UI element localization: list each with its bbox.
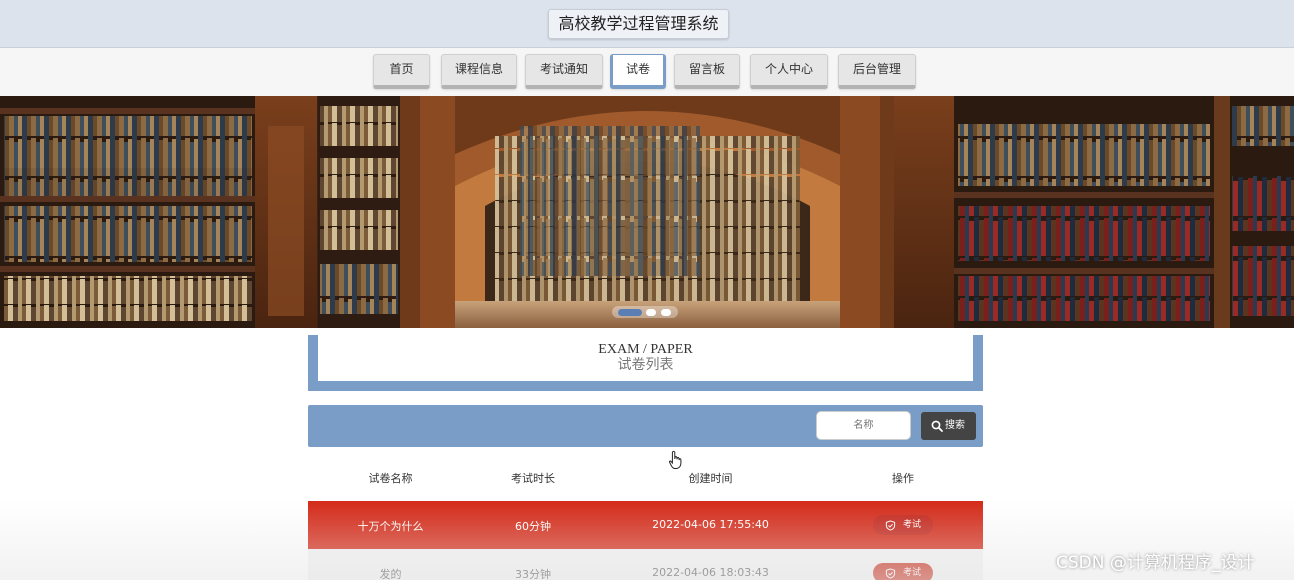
search-button-label: 搜索: [945, 420, 965, 431]
nav-item-home[interactable]: 首页: [373, 54, 430, 89]
library-shelves-illustration: [0, 96, 1294, 328]
table-header: 试卷名称 考试时长 创建时间 操作: [308, 455, 983, 501]
take-exam-button[interactable]: 考试: [873, 515, 933, 535]
section-title-box: EXAM / PAPER 试卷列表: [308, 335, 983, 391]
column-header-actions: 操作: [892, 472, 914, 485]
column-header-created-time: 创建时间: [688, 472, 733, 485]
take-exam-button[interactable]: 考试: [873, 563, 933, 580]
library-banner-image: [0, 96, 1294, 328]
main-nav: 首页 课程信息 考试通知 试卷 留言板 个人中心 后台管理: [0, 48, 1294, 96]
carousel-indicator: [612, 306, 678, 318]
cell-created-time: 2022-04-06 17:55:40: [652, 518, 769, 531]
nav-item-exam-paper[interactable]: 试卷: [610, 54, 666, 89]
carousel-dot-3[interactable]: [661, 309, 671, 316]
search-button[interactable]: 搜索: [921, 412, 976, 440]
table-row[interactable]: 发的 33分钟 2022-04-06 18:03:43 考试: [308, 549, 983, 580]
carousel-dot-2[interactable]: [646, 309, 656, 316]
take-exam-label: 考试: [903, 520, 922, 530]
search-icon: [931, 420, 943, 432]
nav-item-exam-notice[interactable]: 考试通知: [525, 54, 603, 89]
column-header-paper-name: 试卷名称: [368, 472, 413, 485]
cell-paper-name: 发的: [379, 568, 402, 580]
header-bar: 高校教学过程管理系统: [0, 0, 1294, 48]
exam-paper-table: 试卷名称 考试时长 创建时间 操作 十万个为什么 60分钟 2022-04-06…: [308, 455, 983, 580]
take-exam-label: 考试: [903, 568, 922, 578]
cell-duration: 60分钟: [515, 520, 551, 533]
cell-created-time: 2022-04-06 18:03:43: [652, 566, 769, 579]
site-title: 高校教学过程管理系统: [548, 9, 729, 39]
cell-duration: 33分钟: [515, 568, 551, 580]
section-title-zh: 试卷列表: [617, 358, 674, 373]
nav-item-message-board[interactable]: 留言板: [674, 54, 740, 89]
cell-paper-name: 十万个为什么: [357, 520, 424, 533]
column-header-duration: 考试时长: [511, 472, 555, 485]
section-title-en: EXAM / PAPER: [598, 342, 693, 357]
hand-cursor-icon: [668, 450, 682, 469]
shield-check-icon: [885, 568, 896, 579]
table-row[interactable]: 十万个为什么 60分钟 2022-04-06 17:55:40 考试: [308, 501, 983, 549]
nav-item-course-info[interactable]: 课程信息: [441, 54, 517, 89]
carousel-dot-1[interactable]: [618, 309, 642, 316]
search-bar: 搜索: [308, 405, 983, 447]
csdn-watermark: CSDN @计算机程序_设计: [1056, 553, 1255, 573]
shield-check-icon: [885, 520, 896, 531]
nav-item-admin[interactable]: 后台管理: [838, 54, 916, 89]
search-input[interactable]: [816, 411, 911, 440]
nav-item-personal-center[interactable]: 个人中心: [750, 54, 828, 89]
